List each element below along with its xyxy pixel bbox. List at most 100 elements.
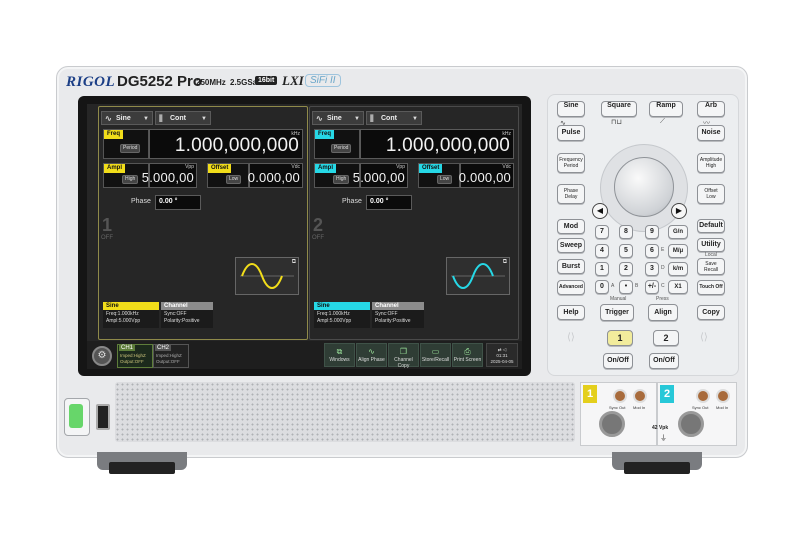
rotary-knob[interactable]: [614, 157, 674, 217]
advanced-key[interactable]: Advanced: [557, 280, 585, 295]
noise-key[interactable]: Noise: [697, 125, 725, 141]
freq-value-box[interactable]: kHz 1.000,000,000: [360, 129, 514, 159]
period-toggle[interactable]: Period: [331, 144, 352, 153]
mode-dropdown[interactable]: ⫼ Cont ▼: [155, 111, 211, 125]
ch1-status[interactable]: CH1 Imped:HighZ Output:OFF: [117, 344, 153, 368]
sine-key[interactable]: Sine: [557, 101, 585, 117]
digit-key[interactable]: 0: [595, 280, 609, 294]
expand-icon[interactable]: ⧉: [292, 259, 296, 266]
offset-param-tile[interactable]: Offset Low: [418, 163, 460, 188]
expand-icon[interactable]: ⧉: [503, 259, 507, 266]
freq-param-tile[interactable]: Freq Period: [314, 129, 360, 159]
ramp-key[interactable]: Ramp: [649, 101, 683, 117]
digit-key[interactable]: 2: [619, 262, 633, 276]
ampl-value-box[interactable]: Vpp 5.000,00: [142, 163, 197, 188]
channel-info-body[interactable]: Sync:OFF Polarity:Positive: [161, 310, 213, 328]
high-toggle[interactable]: High: [122, 175, 139, 184]
digit-key[interactable]: 3: [645, 262, 659, 276]
ch2-on-off-key[interactable]: On/Off: [649, 353, 679, 369]
freq-value-box[interactable]: kHz 1.000,000,000: [149, 129, 303, 159]
ch2-status[interactable]: CH2 Imped:HighZ Output:OFF: [153, 344, 189, 368]
waveform-preview[interactable]: ⧉: [235, 257, 299, 295]
unit-key-g-n[interactable]: G/n: [668, 225, 688, 239]
mod-in-connector[interactable]: [633, 389, 647, 403]
help-key[interactable]: Help: [557, 305, 585, 320]
ampl-value-box[interactable]: Vpp 5.000,00: [353, 163, 408, 188]
pulse-key-label: Pulse: [561, 129, 581, 136]
digit-key[interactable]: +/-: [645, 280, 659, 294]
waveform-dropdown[interactable]: ∿ Sine ▼: [312, 111, 364, 125]
sync-out-connector[interactable]: [696, 389, 710, 403]
ch2-bnc-connector[interactable]: [678, 411, 704, 437]
gear-icon[interactable]: ⚙: [92, 346, 112, 366]
digit-key[interactable]: 4: [595, 244, 609, 258]
pulse-key[interactable]: Pulse: [557, 125, 585, 141]
arb-key[interactable]: Arb: [697, 101, 725, 117]
square-key[interactable]: Square: [601, 101, 637, 117]
phase-value-box[interactable]: 0.00 °: [155, 195, 201, 210]
digit-sup-label: A: [611, 283, 615, 289]
phase-delay-key[interactable]: Phase Delay: [557, 184, 585, 204]
high-toggle[interactable]: High: [333, 175, 350, 184]
digit-sup-label: D: [661, 265, 665, 271]
arrow-left-icon[interactable]: ◀: [592, 203, 608, 219]
offset-value-box[interactable]: Vdc 0.000,00: [459, 163, 514, 188]
offset-param-tile[interactable]: Offset Low: [207, 163, 249, 188]
trigger-key[interactable]: Trigger: [600, 304, 634, 321]
print-screen-button[interactable]: ⎙ Print Screen: [452, 343, 483, 367]
clock-display[interactable]: ⇄ ◁ 01:31 2025-04-05: [486, 343, 518, 367]
ch1-on-off-key[interactable]: On/Off: [603, 353, 633, 369]
utility-key[interactable]: Utility: [697, 238, 725, 252]
low-toggle[interactable]: Low: [437, 175, 453, 184]
digit-key[interactable]: 7: [595, 225, 609, 239]
channel-1-panel[interactable]: ∿ Sine ▼ ⫼ Cont ▼ Freq Period kHz 1.000,000,…: [98, 106, 308, 340]
offset-value-box[interactable]: Vdc 0.000,00: [248, 163, 303, 188]
mod-in-connector[interactable]: [716, 389, 730, 403]
windows-button[interactable]: ⧉ Windows: [324, 343, 355, 367]
waveform-preview[interactable]: ⧉: [446, 257, 510, 295]
usb-port[interactable]: [96, 404, 110, 430]
store-recall-button[interactable]: ▭ Store/Recall: [420, 343, 451, 367]
digit-key[interactable]: •: [619, 280, 633, 294]
ch1-select-key[interactable]: 1: [607, 330, 633, 346]
burst-key[interactable]: Burst: [557, 259, 585, 274]
touch-off-key[interactable]: Touch Off: [697, 280, 725, 295]
copy-key[interactable]: Copy: [697, 305, 725, 320]
align-phase-button[interactable]: ∿ Align Phase: [356, 343, 387, 367]
offset-low-key[interactable]: Offset Low: [697, 184, 725, 204]
touch-screen[interactable]: ∿ Sine ▼ ⫼ Cont ▼ Freq Period kHz 1.000,000,…: [87, 104, 522, 369]
frequency-period-key[interactable]: Frequency Period: [557, 153, 585, 173]
sync-out-connector[interactable]: [613, 389, 627, 403]
digit-key[interactable]: 8: [619, 225, 633, 239]
save-recall-key[interactable]: Save Recall: [697, 258, 725, 275]
amplitude-high-key[interactable]: Amplitude High: [697, 153, 725, 173]
digit-key[interactable]: 6: [645, 244, 659, 258]
digit-key[interactable]: 5: [619, 244, 633, 258]
phase-value-box[interactable]: 0.00 °: [366, 195, 412, 210]
freq-param-tile[interactable]: Freq Period: [103, 129, 149, 159]
wave-info-body[interactable]: Freq:1.000kHz Ampl:5.000Vpp: [103, 310, 159, 328]
period-toggle[interactable]: Period: [120, 144, 141, 153]
channel-info-body[interactable]: Sync:OFF Polarity:Positive: [372, 310, 424, 328]
arrow-right-icon[interactable]: ▶: [671, 203, 687, 219]
ch2-select-key[interactable]: 2: [653, 330, 679, 346]
unit-key-x1[interactable]: X1: [668, 280, 688, 294]
ch1-bnc-connector[interactable]: [599, 411, 625, 437]
low-toggle[interactable]: Low: [226, 175, 242, 184]
digit-key[interactable]: 9: [645, 225, 659, 239]
sweep-key[interactable]: Sweep: [557, 238, 585, 253]
align-phase-label: Align Phase: [358, 357, 385, 363]
mode-dropdown[interactable]: ⫼ Cont ▼: [366, 111, 422, 125]
unit-key-m-u[interactable]: M/μ: [668, 244, 688, 258]
default-key[interactable]: Default: [697, 219, 725, 233]
channel-copy-button[interactable]: ❐ Channel Copy: [388, 343, 419, 369]
ch2-status-lines: Imped:HighZ Output:OFF: [156, 353, 182, 365]
unit-key-k-m[interactable]: k/m: [668, 262, 688, 276]
chevron-down-icon: ▼: [201, 116, 207, 122]
channel-2-panel[interactable]: ∿ Sine ▼ ⫼ Cont ▼ Freq Period kHz 1.000,000,…: [309, 106, 519, 340]
digit-key[interactable]: 1: [595, 262, 609, 276]
wave-info-body[interactable]: Freq:1.000kHz Ampl:5.000Vpp: [314, 310, 370, 328]
align-key[interactable]: Align: [648, 304, 678, 321]
waveform-dropdown[interactable]: ∿ Sine ▼: [101, 111, 153, 125]
mod-key[interactable]: Mod: [557, 219, 585, 234]
